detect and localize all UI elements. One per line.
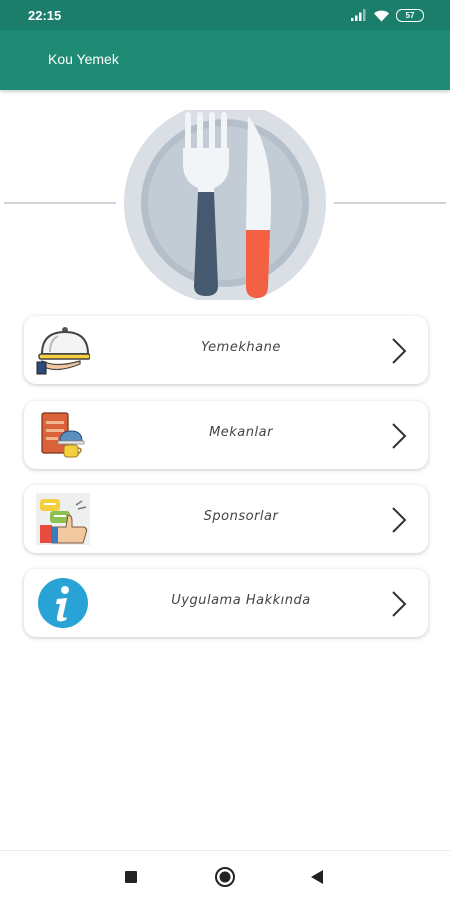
menu-item-uygulama-hakkinda[interactable]: Uygulama Hakkında [24, 569, 428, 637]
sponsor-thumbs-up-icon [36, 493, 90, 545]
chevron-right-icon [392, 338, 407, 364]
serving-cloche-icon [36, 327, 90, 375]
signal-icon [351, 9, 366, 21]
menu-item-label: Sponsorlar [203, 509, 279, 524]
plate-fork-knife-icon [124, 110, 326, 300]
chevron-right-icon [392, 591, 407, 617]
menu-item-sponsorlar[interactable]: Sponsorlar [24, 485, 428, 553]
wifi-icon [374, 10, 389, 21]
chevron-right-icon [392, 423, 407, 449]
divider-line [334, 202, 446, 204]
chevron-right-icon [392, 507, 407, 533]
status-bar: 22:15 57 [0, 0, 450, 30]
info-icon [38, 578, 88, 628]
status-time: 22:15 [28, 8, 62, 23]
menu-item-mekanlar[interactable]: Mekanlar [24, 401, 428, 469]
menu-item-label: Mekanlar [209, 425, 273, 440]
battery-level: 57 [405, 10, 415, 20]
battery-icon: 57 [396, 8, 424, 22]
restaurant-menu-icon [41, 412, 85, 458]
system-navigation-bar [0, 850, 450, 900]
back-button[interactable] [310, 869, 324, 885]
menu-item-label: Uygulama Hakkında [171, 593, 311, 608]
home-button[interactable] [214, 866, 236, 888]
app-title: Kou Yemek [48, 51, 119, 67]
app-bar: Kou Yemek [0, 30, 450, 90]
recent-apps-button[interactable] [124, 870, 138, 884]
divider-line [4, 202, 116, 204]
status-icons: 57 [351, 8, 424, 22]
menu-item-yemekhane[interactable]: Yemekhane [24, 316, 428, 384]
hero-banner [0, 110, 450, 300]
menu-item-label: Yemekhane [201, 340, 281, 355]
